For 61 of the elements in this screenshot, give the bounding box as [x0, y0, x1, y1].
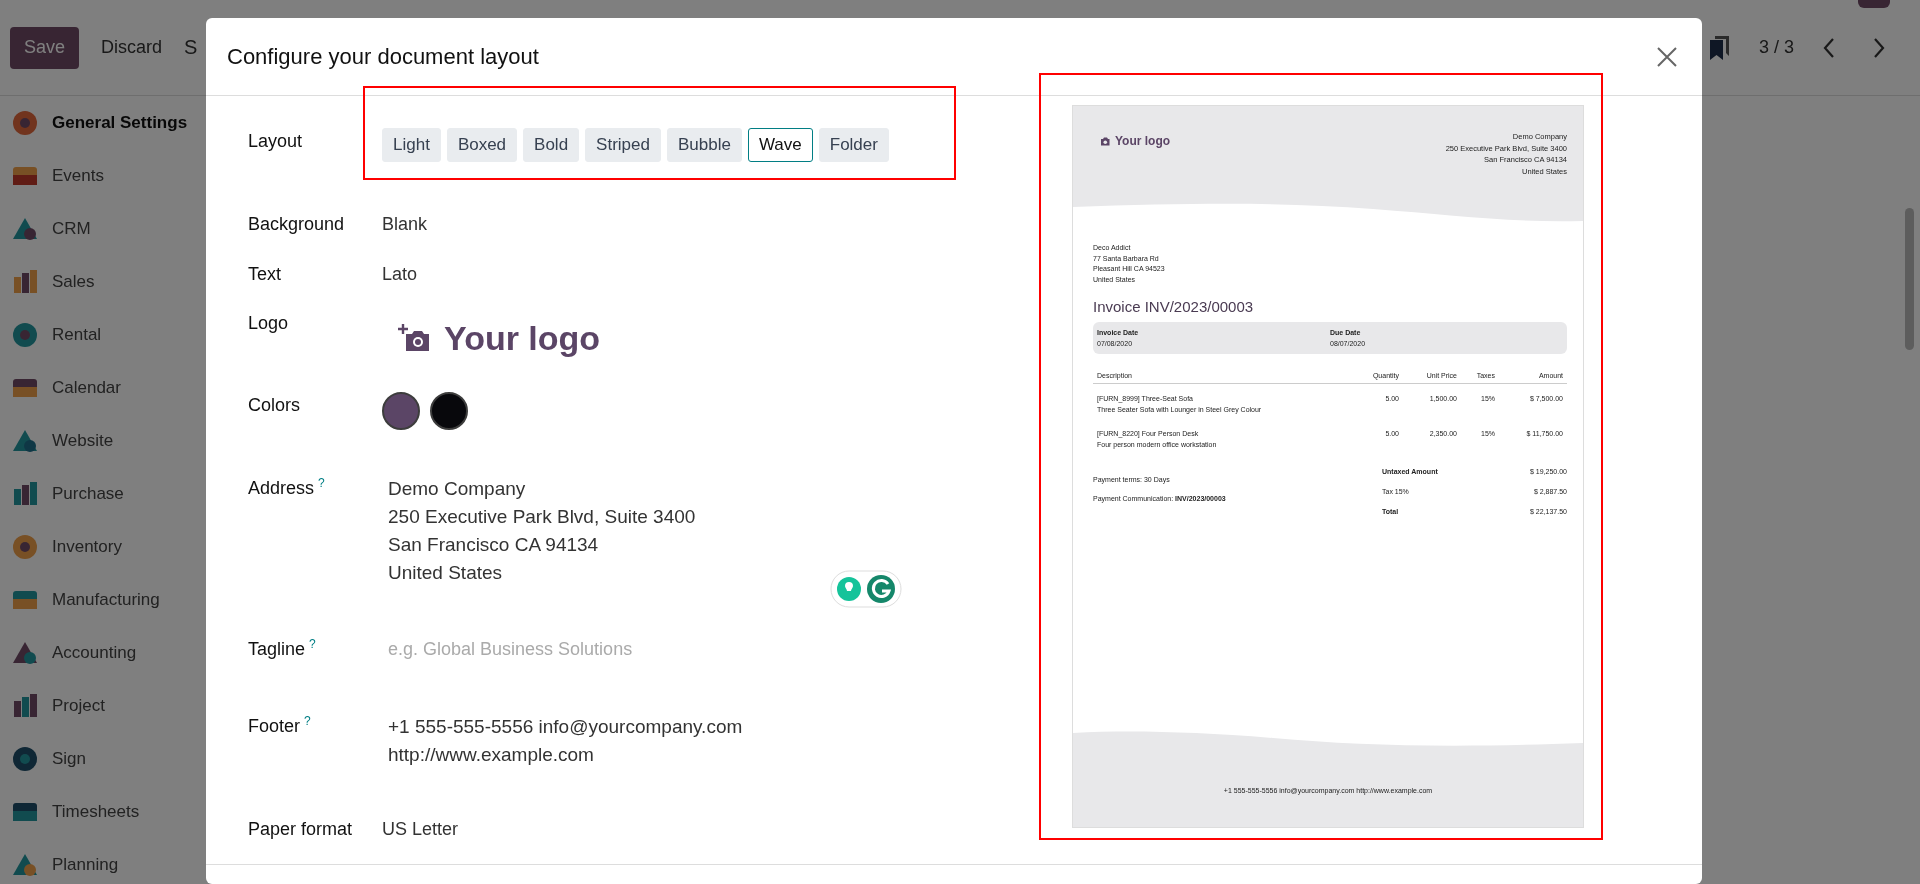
dialog-title: Configure your document layout [227, 43, 539, 70]
sidebar-item[interactable]: Timesheets [52, 801, 140, 822]
sidebar-item[interactable]: Sign [52, 748, 87, 769]
field-label: Footer [248, 716, 301, 736]
field-label: Colors [248, 395, 300, 415]
field-line[interactable]: http://www.example.com [388, 741, 743, 769]
sidebar-item[interactable]: Website [52, 430, 114, 451]
camera-plus-icon [398, 324, 430, 352]
field-label: Paper format [248, 819, 353, 839]
layout-option[interactable]: Boxed [446, 128, 518, 162]
sidebar-item[interactable]: Rental [52, 324, 102, 345]
color-swatch[interactable] [382, 392, 420, 430]
logo-text: Your logo [1115, 134, 1171, 148]
field-value[interactable]: US Letter [382, 816, 459, 866]
field-label: Address [248, 478, 315, 498]
field-value[interactable]: Lato [382, 260, 418, 310]
field-value[interactable]: Blank [382, 211, 428, 261]
scrollbar[interactable] [1905, 208, 1914, 350]
bookmark-icon[interactable] [1708, 34, 1731, 61]
layout-option[interactable]: Light [382, 128, 441, 162]
layout-option[interactable]: Striped [585, 128, 661, 162]
pager-text: 3 / 3 [1758, 37, 1794, 58]
logo-text[interactable]: Your logo [444, 318, 601, 358]
field-label: Background [248, 214, 345, 234]
sidebar-item[interactable]: Planning [52, 854, 119, 875]
field-label: Logo [248, 313, 289, 333]
invoice-title: Invoice INV/2023/00003 [1093, 298, 1255, 315]
color-swatch[interactable] [430, 392, 468, 430]
sidebar-item[interactable]: Project [52, 695, 105, 716]
chevron-right-icon [1872, 36, 1886, 59]
field-line[interactable]: +1 555-555-5556 info@yourcompany.com [388, 713, 743, 741]
sidebar-item[interactable]: Sales [52, 271, 95, 292]
discard-button[interactable]: Discard [87, 26, 177, 69]
sidebar-item[interactable]: Purchase [52, 483, 124, 504]
layout-option[interactable]: Folder [818, 128, 889, 162]
sidebar-item[interactable]: Calendar [52, 377, 121, 398]
help-icon[interactable]: ? [309, 637, 316, 651]
field-line[interactable]: San Francisco CA 94134 [388, 531, 696, 559]
field-line[interactable]: United States [388, 559, 696, 587]
sidebar-item[interactable]: CRM [52, 218, 91, 239]
close-icon [1657, 46, 1677, 67]
layout-option[interactable]: Bubble [667, 128, 742, 162]
sidebar-item[interactable]: Inventory [52, 536, 122, 557]
chevron-left-icon [1822, 36, 1836, 59]
sidebar-item[interactable]: Events [52, 165, 104, 186]
layout-option[interactable]: Bold [523, 128, 580, 162]
help-icon[interactable]: ? [318, 476, 325, 490]
field-label: Layout [248, 131, 303, 151]
camera-icon [1100, 136, 1110, 146]
field-label: Text [248, 263, 281, 284]
sidebar-item[interactable]: Accounting [52, 642, 137, 663]
layout-option[interactable]: Wave [747, 128, 813, 162]
field-line[interactable]: 250 Executive Park Blvd, Suite 3400 [388, 503, 696, 531]
sidebar-item[interactable]: General Settings [52, 112, 188, 133]
sidebar-item[interactable]: Manufacturing [52, 589, 160, 610]
field-line[interactable]: Demo Company [388, 475, 696, 503]
field-label: Tagline [248, 639, 306, 659]
breadcrumb[interactable]: S [184, 36, 198, 59]
assistant-widget-icon[interactable] [830, 570, 902, 608]
help-icon[interactable]: ? [304, 714, 311, 728]
save-button[interactable]: Save [10, 26, 80, 69]
